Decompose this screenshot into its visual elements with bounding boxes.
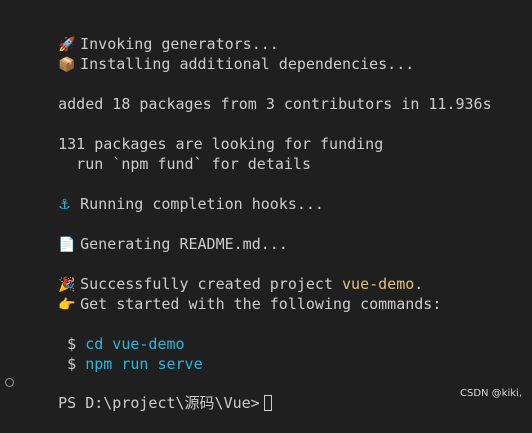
output-line-funding: 131 packages are looking for funding	[22, 114, 383, 153]
output-line-readme: 📄 Generating README.md...	[22, 214, 288, 253]
anchor-icon: ⚓	[58, 197, 71, 213]
command-line-serve: $ npm run serve	[22, 334, 202, 373]
command-line-cd: $ cd vue-demo	[22, 314, 184, 353]
output-text: Get started with the following commands:	[80, 295, 442, 313]
output-line-getstarted: 👉 Get started with the following commands…	[22, 274, 441, 313]
output-text: added 18 packages from 3 contributors in…	[58, 95, 492, 113]
dollar-sign: $	[58, 355, 86, 373]
output-line-success: 🎉 Successfully created project vue-demo.	[22, 254, 423, 293]
output-text: run `npm fund` for details	[58, 155, 311, 173]
output-text: Generating README.md...	[80, 235, 288, 253]
command-status-dot-icon[interactable]	[5, 378, 14, 387]
terminal-cursor[interactable]	[263, 395, 272, 411]
output-line-hooks: ⚓ Running completion hooks...	[22, 174, 324, 213]
document-icon: 📄	[58, 237, 76, 253]
pointing-hand-icon: 👉	[58, 297, 76, 313]
output-text: Installing additional dependencies...	[80, 55, 415, 73]
output-text: Running completion hooks...	[80, 195, 324, 213]
command-text: npm run serve	[85, 355, 203, 373]
output-line-invoking: 🚀 Invoking generators...	[22, 14, 279, 53]
package-icon: 📦	[58, 57, 76, 73]
prompt-text: PS D:\project\源码\Vue>	[58, 394, 260, 412]
output-line-installing: 📦 Installing additional dependencies...	[22, 34, 414, 73]
output-line-added: added 18 packages from 3 contributors in…	[22, 74, 491, 113]
terminal-panel[interactable]: 🚀 Invoking generators... 📦 Installing addi…	[0, 0, 532, 412]
prompt-line[interactable]: PS D:\project\源码\Vue>	[22, 373, 272, 412]
watermark: CSDN @kiki,	[459, 388, 522, 399]
output-line-funding-hint: run `npm fund` for details	[22, 134, 311, 173]
